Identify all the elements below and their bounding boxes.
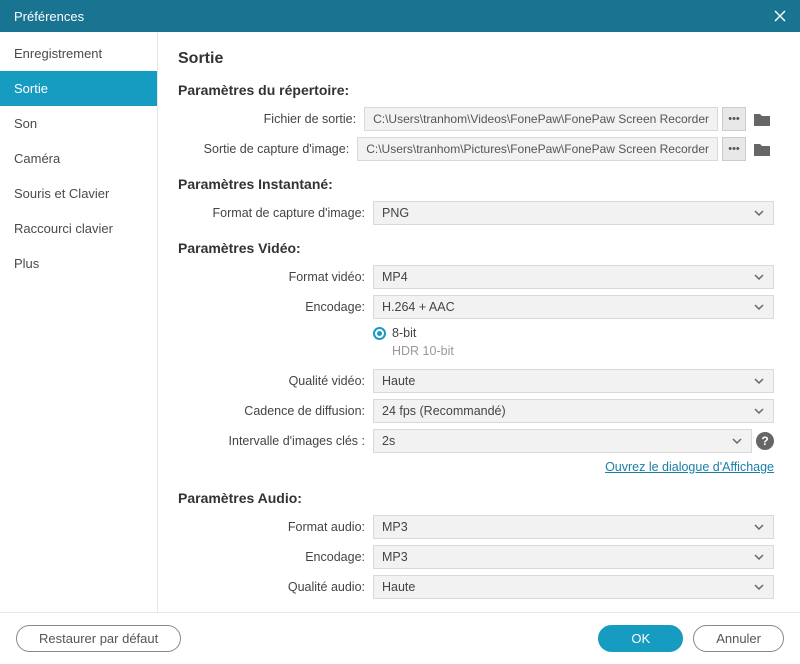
sidebar-item-sortie[interactable]: Sortie bbox=[0, 71, 157, 106]
snapshot-format-label: Format de capture d'image: bbox=[178, 206, 373, 220]
audio-quality-value: Haute bbox=[382, 580, 415, 594]
video-format-value: MP4 bbox=[382, 270, 408, 284]
snapshot-format-select[interactable]: PNG bbox=[373, 201, 774, 225]
sidebar-item-camera[interactable]: Caméra bbox=[0, 141, 157, 176]
bit-depth-hdr-label: HDR 10-bit bbox=[392, 344, 454, 358]
sidebar-item-raccourci[interactable]: Raccourci clavier bbox=[0, 211, 157, 246]
audio-encoding-label: Encodage: bbox=[178, 550, 373, 564]
capture-output-open-folder-button[interactable] bbox=[750, 137, 774, 161]
chevron-down-icon bbox=[753, 404, 765, 418]
output-file-path[interactable]: C:\Users\tranhom\Videos\FonePaw\FonePaw … bbox=[364, 107, 718, 131]
video-format-select[interactable]: MP4 bbox=[373, 265, 774, 289]
close-icon bbox=[773, 9, 787, 23]
chevron-down-icon bbox=[753, 580, 765, 594]
close-button[interactable] bbox=[768, 4, 792, 28]
video-keyframe-label: Intervalle d'images clés : bbox=[178, 434, 373, 448]
content-panel: Sortie Paramètres du répertoire: Fichier… bbox=[158, 32, 800, 612]
group-dir-heading: Paramètres du répertoire: bbox=[178, 82, 774, 98]
output-file-open-folder-button[interactable] bbox=[750, 107, 774, 131]
cancel-button[interactable]: Annuler bbox=[693, 625, 784, 652]
video-framerate-label: Cadence de diffusion: bbox=[178, 404, 373, 418]
chevron-down-icon bbox=[753, 374, 765, 388]
sidebar-item-plus[interactable]: Plus bbox=[0, 246, 157, 281]
sidebar: Enregistrement Sortie Son Caméra Souris … bbox=[0, 32, 158, 612]
group-audio-heading: Paramètres Audio: bbox=[178, 490, 774, 506]
chevron-down-icon bbox=[753, 300, 765, 314]
group-video-heading: Paramètres Vidéo: bbox=[178, 240, 774, 256]
video-encoding-value: H.264 + AAC bbox=[382, 300, 455, 314]
output-file-more-button[interactable]: ••• bbox=[722, 107, 746, 131]
chevron-down-icon bbox=[753, 550, 765, 564]
chevron-down-icon bbox=[731, 434, 743, 448]
video-quality-select[interactable]: Haute bbox=[373, 369, 774, 393]
radio-icon bbox=[373, 327, 386, 340]
audio-encoding-value: MP3 bbox=[382, 550, 408, 564]
group-snapshot-heading: Paramètres Instantané: bbox=[178, 176, 774, 192]
audio-quality-select[interactable]: Haute bbox=[373, 575, 774, 599]
audio-encoding-select[interactable]: MP3 bbox=[373, 545, 774, 569]
audio-format-select[interactable]: MP3 bbox=[373, 515, 774, 539]
restore-defaults-button[interactable]: Restaurer par défaut bbox=[16, 625, 181, 652]
sidebar-item-son[interactable]: Son bbox=[0, 106, 157, 141]
snapshot-format-value: PNG bbox=[382, 206, 409, 220]
output-file-label: Fichier de sortie: bbox=[178, 112, 364, 126]
page-title: Sortie bbox=[178, 50, 774, 68]
video-quality-value: Haute bbox=[382, 374, 415, 388]
bit-depth-8-radio[interactable]: 8-bit bbox=[373, 326, 454, 340]
folder-icon bbox=[754, 142, 770, 156]
video-encoding-label: Encodage: bbox=[178, 300, 373, 314]
audio-quality-label: Qualité audio: bbox=[178, 580, 373, 594]
video-framerate-select[interactable]: 24 fps (Recommandé) bbox=[373, 399, 774, 423]
video-keyframe-value: 2s bbox=[382, 434, 395, 448]
capture-output-more-button[interactable]: ••• bbox=[722, 137, 746, 161]
capture-output-label: Sortie de capture d'image: bbox=[178, 142, 357, 156]
audio-format-label: Format audio: bbox=[178, 520, 373, 534]
bit-depth-8-label: 8-bit bbox=[392, 326, 416, 340]
chevron-down-icon bbox=[753, 270, 765, 284]
keyframe-help-button[interactable]: ? bbox=[756, 432, 774, 450]
ok-button[interactable]: OK bbox=[598, 625, 683, 652]
footer: Restaurer par défaut OK Annuler bbox=[0, 612, 800, 664]
chevron-down-icon bbox=[753, 520, 765, 534]
folder-icon bbox=[754, 112, 770, 126]
video-encoding-select[interactable]: H.264 + AAC bbox=[373, 295, 774, 319]
video-framerate-value: 24 fps (Recommandé) bbox=[382, 404, 506, 418]
bit-depth-hdr-radio: HDR 10-bit bbox=[373, 344, 454, 358]
sidebar-item-enregistrement[interactable]: Enregistrement bbox=[0, 36, 157, 71]
capture-output-path[interactable]: C:\Users\tranhom\Pictures\FonePaw\FonePa… bbox=[357, 137, 718, 161]
video-quality-label: Qualité vidéo: bbox=[178, 374, 373, 388]
display-dialog-link[interactable]: Ouvrez le dialogue d'Affichage bbox=[605, 460, 774, 474]
window-title: Préférences bbox=[8, 9, 768, 24]
chevron-down-icon bbox=[753, 206, 765, 220]
bit-depth-radio-group: 8-bit HDR 10-bit bbox=[373, 324, 454, 364]
video-format-label: Format vidéo: bbox=[178, 270, 373, 284]
sidebar-item-souris-clavier[interactable]: Souris et Clavier bbox=[0, 176, 157, 211]
video-keyframe-select[interactable]: 2s bbox=[373, 429, 752, 453]
audio-format-value: MP3 bbox=[382, 520, 408, 534]
titlebar: Préférences bbox=[0, 0, 800, 32]
